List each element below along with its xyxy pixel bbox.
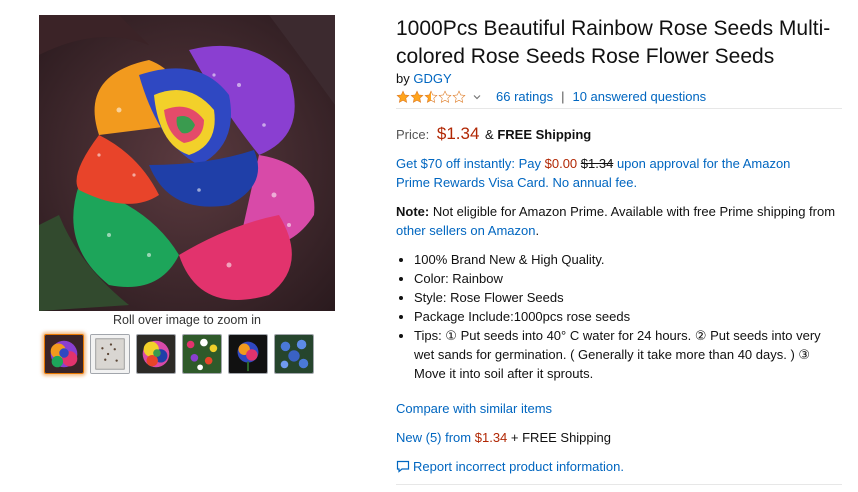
- rating-row: 66 ratings | 10 answered questions: [396, 89, 706, 104]
- answered-questions-link[interactable]: 10 answered questions: [572, 89, 706, 104]
- price-label: Price:: [396, 127, 430, 142]
- thumbnail-4[interactable]: [182, 334, 222, 374]
- star-full-icon: [396, 89, 410, 103]
- feature-bullets: 100% Brand New & High Quality. Color: Ra…: [396, 250, 842, 383]
- report-incorrect-info-link[interactable]: Report incorrect product information.: [413, 459, 624, 474]
- note-end: .: [535, 223, 540, 238]
- feature-bullet: Color: Rainbow: [414, 269, 842, 288]
- rainbow-rose-image: [39, 15, 335, 311]
- flower-garden-thumbnail: [183, 335, 221, 373]
- feature-bullet: Style: Rose Flower Seeds: [414, 288, 842, 307]
- feature-bullet: Tips: ① Put seeds into 40° C water for 2…: [414, 326, 842, 383]
- credit-card-promo[interactable]: Get $70 off instantly: Pay $0.00 $1.34 u…: [396, 154, 816, 192]
- blue-flowers-thumbnail: [275, 335, 313, 373]
- new-offers-link[interactable]: New (5) from: [396, 430, 471, 445]
- thumbnail-1[interactable]: [44, 334, 84, 374]
- price-row: Price: $1.34 & FREE Shipping: [396, 124, 591, 144]
- promo-old-price: $1.34: [580, 156, 614, 171]
- ratings-count-link[interactable]: 66 ratings: [496, 89, 553, 104]
- brand-byline: by GDGY: [396, 71, 452, 86]
- by-label: by: [396, 71, 410, 86]
- report-info-row[interactable]: Report incorrect product information.: [396, 459, 624, 474]
- compare-similar-link[interactable]: Compare with similar items: [396, 401, 552, 416]
- price-amp: &: [485, 127, 494, 142]
- thumbnail-6[interactable]: [274, 334, 314, 374]
- new-offers-price: $1.34: [474, 430, 508, 445]
- divider: [396, 484, 842, 485]
- new-offers-shipping: + FREE Shipping: [507, 430, 611, 445]
- product-title: 1000Pcs Beautiful Rainbow Rose Seeds Mul…: [396, 17, 831, 68]
- main-product-image[interactable]: [39, 15, 335, 311]
- note-label: Note:: [396, 204, 430, 219]
- star-empty-icon: [438, 89, 452, 103]
- star-empty-icon: [452, 89, 466, 103]
- divider: [396, 108, 842, 109]
- note-text: Not eligible for Amazon Prime. Available…: [429, 204, 836, 219]
- other-sellers-link[interactable]: other sellers on Amazon: [396, 223, 535, 238]
- chevron-down-icon[interactable]: [472, 92, 482, 102]
- prime-note: Note: Not eligible for Amazon Prime. Ava…: [396, 202, 836, 240]
- promo-pay-price: $0.00: [544, 156, 578, 171]
- separator: |: [561, 89, 565, 104]
- rainbow-rose-thumbnail: [137, 335, 175, 373]
- price-value: $1.34: [436, 124, 480, 143]
- brand-link[interactable]: GDGY: [413, 71, 451, 86]
- free-shipping-label: FREE Shipping: [497, 127, 592, 142]
- thumbnail-3[interactable]: [136, 334, 176, 374]
- rainbow-rose-thumbnail: [45, 335, 83, 373]
- feature-bullet: Package Include:1000pcs rose seeds: [414, 307, 842, 326]
- new-offers-row: New (5) from $1.34 + FREE Shipping: [396, 430, 611, 445]
- thumbnail-2[interactable]: [90, 334, 130, 374]
- promo-text: Get $70 off instantly: Pay: [396, 156, 545, 171]
- rainbow-rose-dark-thumbnail: [229, 335, 267, 373]
- star-rating[interactable]: [396, 89, 466, 104]
- zoom-hint-text: Roll over image to zoom in: [113, 313, 261, 327]
- speech-bubble-icon: [396, 460, 410, 473]
- seed-packet-thumbnail: [91, 335, 129, 373]
- star-full-icon: [410, 89, 424, 103]
- thumbnail-strip: [44, 334, 314, 374]
- star-half-icon: [424, 89, 438, 103]
- feature-bullet: 100% Brand New & High Quality.: [414, 250, 842, 269]
- thumbnail-5[interactable]: [228, 334, 268, 374]
